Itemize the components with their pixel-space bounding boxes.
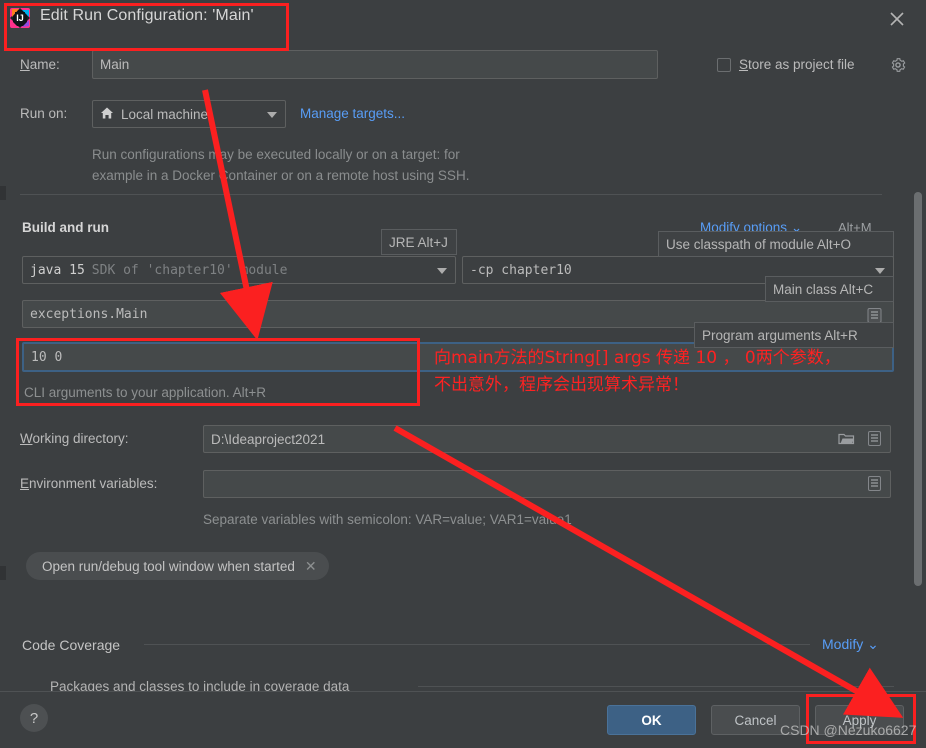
edit-run-configuration-dialog: IJ Edit Run Configuration: 'Main' Name: … [0, 0, 926, 748]
manage-targets-link[interactable]: Manage targets... [300, 106, 405, 121]
intellij-idea-logo-icon: IJ [8, 6, 32, 30]
scrollbar-thumb[interactable] [914, 192, 922, 586]
code-coverage-modify-label: Modify [822, 636, 864, 652]
program-arguments-value: 10 0 [31, 349, 63, 365]
working-directory-input[interactable]: D:\Ideaproject2021 [203, 425, 891, 453]
close-icon[interactable]: ✕ [305, 558, 317, 575]
dialog-title: Edit Run Configuration: 'Main' [40, 7, 254, 24]
classpath-value: -cp chapter10 [470, 262, 572, 278]
name-input-value: Main [100, 57, 130, 72]
help-button[interactable]: ? [20, 704, 48, 732]
code-coverage-modify-link[interactable]: Modify ⌄ [822, 636, 879, 653]
name-label: Name: [20, 57, 60, 72]
main-class-tooltip-text: Main class Alt+C [773, 281, 874, 297]
folder-icon[interactable] [838, 431, 855, 448]
classpath-tooltip: Use classpath of module Alt+O [658, 231, 894, 257]
run-on-value: Local machine [121, 106, 209, 122]
build-and-run-divider [20, 194, 882, 195]
gear-icon[interactable] [890, 57, 906, 73]
program-arguments-tooltip: Program arguments Alt+R [694, 322, 894, 348]
environment-variables-label: Environment variables: [20, 476, 158, 491]
store-as-project-file-checkbox[interactable] [717, 58, 731, 72]
code-coverage-section-title: Code Coverage [22, 637, 121, 653]
name-input[interactable]: Main [92, 50, 658, 79]
jre-tooltip: JRE Alt+J [381, 229, 457, 255]
titlebar: IJ Edit Run Configuration: 'Main' [0, 0, 926, 44]
program-arguments-hint: CLI arguments to your application. Alt+R [24, 385, 267, 400]
left-edge-strip-top [0, 186, 6, 200]
program-arguments-tooltip-text: Program arguments Alt+R [702, 327, 858, 343]
jre-description: SDK of 'chapter10' module [91, 262, 288, 278]
ok-button[interactable]: OK [607, 705, 696, 735]
classpath-tooltip-text: Use classpath of module Alt+O [666, 236, 851, 252]
close-icon[interactable] [886, 8, 908, 30]
main-class-value: exceptions.Main [30, 306, 148, 322]
build-and-run-section-title: Build and run [22, 220, 109, 235]
svg-text:IJ: IJ [16, 13, 24, 23]
arrow-to-apply-button [393, 425, 904, 718]
code-coverage-divider [144, 644, 810, 645]
run-on-label: Run on: [20, 106, 68, 121]
jre-dropdown[interactable]: java 15 SDK of 'chapter10' module [22, 256, 456, 284]
jre-version: java 15 [30, 262, 85, 278]
csdn-watermark: CSDN @Nezuko6627 [780, 722, 917, 738]
open-run-debug-tool-window-chip[interactable]: Open run/debug tool window when started … [26, 552, 329, 580]
store-as-project-file-label[interactable]: Store as project file [739, 57, 855, 72]
chevron-down-icon[interactable] [875, 268, 885, 274]
run-on-dropdown[interactable]: Local machine [92, 100, 286, 128]
chevron-down-icon: ⌄ [867, 636, 879, 652]
insert-macro-icon[interactable] [866, 430, 883, 447]
environment-variables-hint: Separate variables with semicolon: VAR=v… [203, 512, 572, 527]
jre-tooltip-text: JRE Alt+J [389, 234, 448, 250]
working-directory-value: D:\Ideaproject2021 [211, 431, 326, 447]
chevron-down-icon[interactable] [267, 112, 277, 118]
left-edge-strip-bottom [0, 566, 6, 580]
chip-label: Open run/debug tool window when started [42, 558, 295, 574]
environment-variables-editor-icon[interactable] [866, 475, 883, 492]
environment-variables-input[interactable] [203, 470, 891, 498]
dialog-footer: ? OK Cancel Apply [0, 691, 926, 748]
chevron-down-icon[interactable] [437, 268, 447, 274]
run-on-description: Run configurations may be executed local… [92, 147, 470, 183]
coverage-packages-divider [418, 686, 894, 687]
home-icon [100, 106, 114, 123]
main-class-tooltip: Main class Alt+C [765, 276, 894, 302]
working-directory-label: Working directory: [20, 431, 129, 446]
